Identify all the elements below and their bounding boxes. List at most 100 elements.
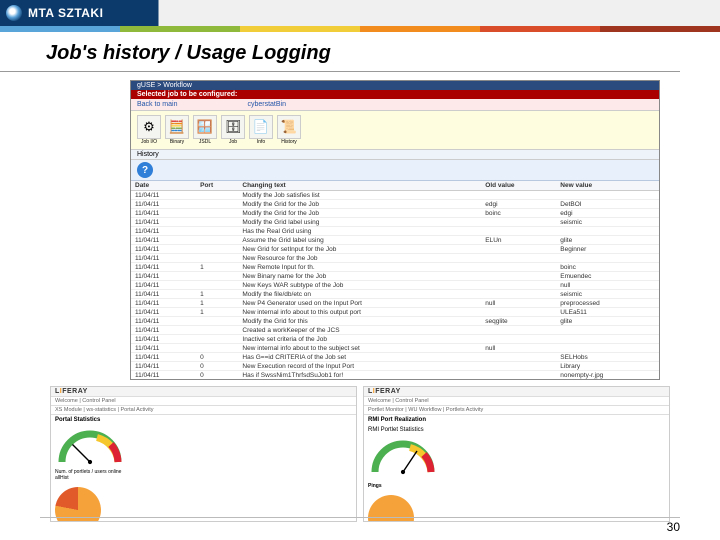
table-cell: glite <box>556 236 659 245</box>
table-cell: Inactive set criteria of the Job <box>238 335 481 344</box>
pie-label: allHist <box>55 475 125 481</box>
table-row[interactable]: 11/04/11Assume the Grid label usingELUng… <box>131 236 659 245</box>
table-cell: Has if SwssNim1ThrfsdSuJob1 for! <box>238 371 481 380</box>
table-cell: seqglite <box>481 317 556 326</box>
table-row[interactable]: 11/04/11 New Resource for the Job <box>131 254 659 263</box>
gear-icon[interactable]: ⚙ <box>137 115 161 139</box>
selected-job-link[interactable]: cyberstatBin <box>247 101 286 108</box>
calc-icon[interactable]: 🧮 <box>165 115 189 139</box>
table-row[interactable]: 11/04/11 Inactive set criteria of the Job <box>131 335 659 344</box>
table-row[interactable]: 11/04/111New internal info about to this… <box>131 308 659 317</box>
window-icon[interactable]: 🪟 <box>193 115 217 139</box>
table-row[interactable]: 11/04/110New Execution record of the Inp… <box>131 362 659 371</box>
mini-dashboard-right: LIFERAY Welcome | Control Panel Portlet … <box>363 386 670 522</box>
table-cell: 1 <box>196 290 238 299</box>
table-row[interactable]: 11/04/11 New Binary name for the Job Emuen… <box>131 272 659 281</box>
table-cell: seismic <box>556 218 659 227</box>
table-cell: Modify the Job satisfies list <box>238 191 481 200</box>
table-cell <box>481 380 556 381</box>
mini-breadcrumb: Portlet Monitor | WU Workflow | Portlets… <box>364 406 669 415</box>
table-cell <box>196 227 238 236</box>
table-cell: Library <box>556 362 659 371</box>
table-cell: 11/04/11 <box>131 335 196 344</box>
table-row[interactable]: 11/04/111New Remote Input for th.boinc <box>131 263 659 272</box>
table-cell <box>481 326 556 335</box>
table-cell <box>481 191 556 200</box>
tab-row: History <box>131 150 659 160</box>
table-cell: null <box>481 344 556 353</box>
table-cell: Modify the file/db/etc on <box>238 290 481 299</box>
table-cell <box>556 227 659 236</box>
lower-dashboards: LIFERAY Welcome | Control Panel XS Modul… <box>50 386 670 522</box>
table-row[interactable]: 11/04/111New P4 Generator used on the In… <box>131 299 659 308</box>
slide-title: Job's history / Usage Logging <box>0 32 680 72</box>
table-row[interactable]: 11/04/11Modify the Grid for the JobedgiD… <box>131 200 659 209</box>
table-cell: null <box>556 281 659 290</box>
table-cell: 1 <box>196 299 238 308</box>
mini-subtitle: RMI Portlet Statistics <box>364 425 669 435</box>
table-cell: New Resource for the Job <box>238 254 481 263</box>
table-cell: 11/04/11 <box>131 263 196 272</box>
table-cell <box>196 209 238 218</box>
table-cell: 11/04/11 <box>131 353 196 362</box>
table-cell: Has G==id CRITERIA of the Job set <box>238 353 481 362</box>
table-cell: Modify the Grid label using <box>238 218 481 227</box>
db-icon[interactable]: 🗄 <box>221 115 245 139</box>
table-row[interactable]: 11/04/110New internal 4a.soocs in for su… <box>131 380 659 381</box>
doc-icon[interactable]: 📄 <box>249 115 273 139</box>
toolbar-label: Info <box>249 139 273 145</box>
table-cell: glite <box>556 317 659 326</box>
table-cell <box>196 254 238 263</box>
table-row[interactable]: 11/04/11New Keys WAR subtype of the Jobn… <box>131 281 659 290</box>
table-cell: edgi <box>556 209 659 218</box>
table-cell <box>481 281 556 290</box>
page-number: 30 <box>667 520 680 534</box>
table-row[interactable]: 11/04/11 Modify the Grid for thisseqglite… <box>131 317 659 326</box>
table-cell: 11/04/11 <box>131 326 196 335</box>
table-cell <box>196 218 238 227</box>
table-row[interactable]: 11/04/11Modify the Grid for the Jobboinc… <box>131 209 659 218</box>
table-row[interactable]: 11/04/110Has G==id CRITERIA of the Job s… <box>131 353 659 362</box>
tab-history[interactable]: History <box>137 151 159 158</box>
table-cell <box>196 245 238 254</box>
table-cell: 11/04/11 <box>131 254 196 263</box>
mini-tabs[interactable]: Welcome | Control Panel <box>364 397 669 406</box>
table-cell: Emuendec <box>556 272 659 281</box>
table-cell <box>196 236 238 245</box>
table-cell <box>196 191 238 200</box>
mini-breadcrumb: XS Module | ws-statistics | Portal Activ… <box>51 406 356 415</box>
brand-logo-icon <box>6 5 22 21</box>
table-row[interactable]: 11/04/11New internal info about to the s… <box>131 344 659 353</box>
back-link[interactable]: Back to main <box>137 101 177 108</box>
table-cell: New Binary name for the Job <box>238 272 481 281</box>
table-cell: 11/04/11 <box>131 317 196 326</box>
table-cell <box>481 290 556 299</box>
table-cell: Modify the Grid for this <box>238 317 481 326</box>
table-cell: New internal 4a.soocs in for sub set <box>238 380 481 381</box>
table-row[interactable]: 11/04/11Created a workKeeper of the JCS <box>131 326 659 335</box>
table-cell: 1 <box>196 308 238 317</box>
table-cell: New Grid for setInput for the Job <box>238 245 481 254</box>
toolbar-label: Job I/O <box>137 139 161 145</box>
table-cell: Has the Real Grid using <box>238 227 481 236</box>
table-cell <box>481 308 556 317</box>
mini-title: Portal Statistics <box>51 415 356 425</box>
table-cell <box>196 317 238 326</box>
table-row[interactable]: 11/04/11Modify the Grid label usingseism… <box>131 218 659 227</box>
table-row[interactable]: 11/04/111Modify the file/db/etc onseismi… <box>131 290 659 299</box>
history-icon[interactable]: 📜 <box>277 115 301 139</box>
table-row[interactable]: 11/04/11Modify the Job satisfies list <box>131 191 659 200</box>
table-cell: seismic <box>556 290 659 299</box>
table-row[interactable]: 11/04/11New Grid for setInput for the Jo… <box>131 245 659 254</box>
table-row[interactable]: 11/04/110Has if SwssNim1ThrfsdSuJob1 for… <box>131 371 659 380</box>
table-cell: 11/04/11 <box>131 272 196 281</box>
table-cell: 11/04/11 <box>131 281 196 290</box>
table-row[interactable]: 11/04/11Has the Real Grid using <box>131 227 659 236</box>
table-cell: New Execution record of the Input Port <box>238 362 481 371</box>
help-icon[interactable]: ? <box>137 162 153 178</box>
table-cell: New Remote Input for th. <box>238 263 481 272</box>
mini-tabs[interactable]: Welcome | Control Panel <box>51 397 356 406</box>
table-header: Old value <box>481 181 556 191</box>
table-cell <box>481 272 556 281</box>
table-cell: boinc <box>481 209 556 218</box>
